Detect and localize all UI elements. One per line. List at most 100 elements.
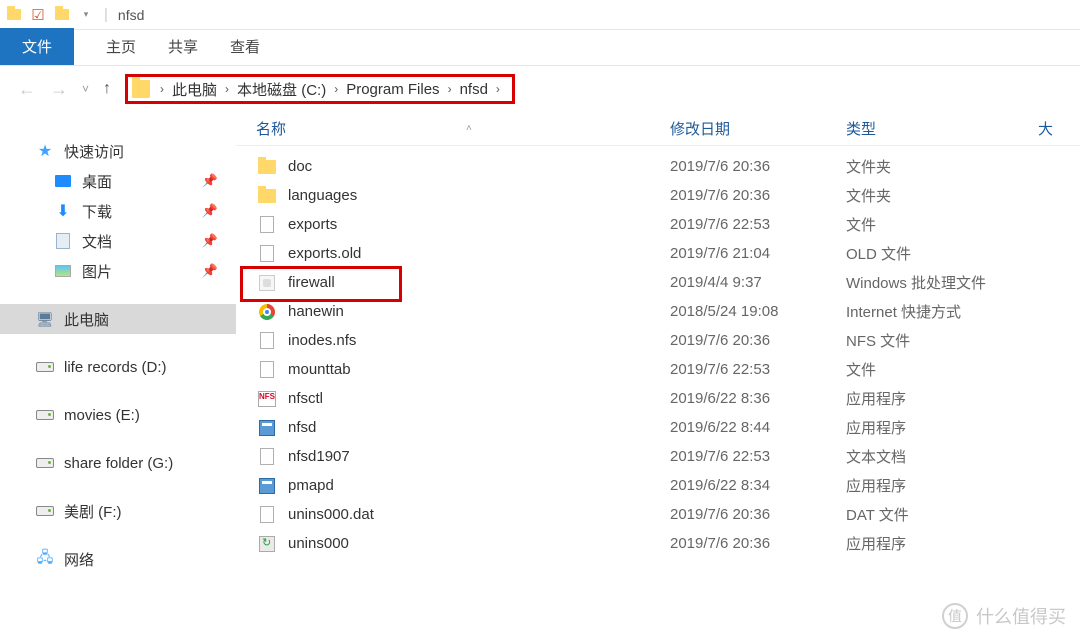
file-type: 文件夹 [846,185,1056,206]
sidebar-item-label: movies (E:) [64,407,140,424]
file-row[interactable]: doc2019/7/6 20:36文件夹 [236,152,1080,181]
sidebar: ★ 快速访问 桌面 📌 ⬇ 下载 📌 文档 📌 图片 📌 🖥 此电脑 [0,112,236,641]
watermark: 值 什么值得买 [942,603,1066,629]
column-name[interactable]: 名称 ˄ [256,118,670,139]
content: ★ 快速访问 桌面 📌 ⬇ 下载 📌 文档 📌 图片 📌 🖥 此电脑 [0,112,1080,641]
folder-icon-2 [54,7,70,23]
bc-seg-3[interactable]: nfsd [460,81,488,98]
file-date: 2019/7/6 21:04 [670,245,846,262]
nav-history-icon[interactable]: ˅ [82,82,89,96]
sidebar-item-network[interactable]: 🖧 网络 [0,544,236,574]
file-name: nfsctl [288,390,670,407]
download-icon: ⬇ [54,202,72,220]
sidebar-item-label: life records (D:) [64,359,167,376]
file-row[interactable]: unins000.dat2019/7/6 20:36DAT 文件 [236,500,1080,529]
sidebar-item-label: 此电脑 [64,309,109,330]
picture-icon [54,262,72,280]
file-row[interactable]: hanewin2018/5/24 19:08Internet 快捷方式 [236,297,1080,326]
sidebar-item-pictures[interactable]: 图片 📌 [0,256,236,286]
file-type: 文件 [846,359,1056,380]
nav-back-icon[interactable]: ← [18,79,36,100]
file-name: inodes.nfs [288,332,670,349]
sidebar-item-downloads[interactable]: ⬇ 下载 📌 [0,196,236,226]
tab-home[interactable]: 主页 [106,28,136,65]
sidebar-item-label: 网络 [64,549,94,570]
file-type: 文件 [846,214,1056,235]
file-type: 文件夹 [846,156,1056,177]
document-icon [54,232,72,250]
pin-icon: 📌 [202,173,218,189]
drive-icon [36,454,54,472]
file-icon [256,214,278,236]
nfs-icon: NFS [256,388,278,410]
column-date[interactable]: 修改日期 [670,118,846,139]
file-type: 应用程序 [846,388,1056,409]
bc-seg-0[interactable]: 此电脑 [172,79,217,100]
tab-view[interactable]: 查看 [230,28,260,65]
file-row[interactable]: unins0002019/7/6 20:36应用程序 [236,529,1080,558]
tab-file[interactable]: 文件 [0,28,74,65]
sidebar-item-drive[interactable]: life records (D:) [0,352,236,382]
file-type: 应用程序 [846,475,1056,496]
file-icon [256,243,278,265]
bc-seg-1[interactable]: 本地磁盘 (C:) [237,79,326,100]
bc-seg-2[interactable]: Program Files [346,81,439,98]
tab-share[interactable]: 共享 [168,28,198,65]
file-date: 2019/4/4 9:37 [670,274,846,291]
check-icon[interactable]: ☑ [30,7,46,23]
file-row[interactable]: firewall2019/4/4 9:37Windows 批处理文件 [236,268,1080,297]
file-list: 名称 ˄ 修改日期 类型 大 doc2019/7/6 20:36文件夹langu… [236,112,1080,641]
sidebar-item-label: share folder (G:) [64,455,173,472]
file-name: mounttab [288,361,670,378]
file-row[interactable]: exports.old2019/7/6 21:04OLD 文件 [236,239,1080,268]
breadcrumb[interactable]: › 此电脑 › 本地磁盘 (C:) › Program Files › nfsd… [125,74,515,104]
bat-icon [256,272,278,294]
sidebar-item-drive[interactable]: share folder (G:) [0,448,236,478]
file-date: 2019/7/6 20:36 [670,187,846,204]
file-date: 2019/7/6 20:36 [670,535,846,552]
file-date: 2019/7/6 20:36 [670,506,846,523]
sidebar-item-desktop[interactable]: 桌面 📌 [0,166,236,196]
file-name: doc [288,158,670,175]
star-icon: ★ [36,142,54,160]
sidebar-item-label: 快速访问 [64,141,124,162]
exe-icon [256,475,278,497]
desktop-icon [54,172,72,190]
watermark-badge: 值 [942,603,968,629]
file-row[interactable]: languages2019/7/6 20:36文件夹 [236,181,1080,210]
pin-icon: 📌 [202,263,218,279]
nav-forward-icon[interactable]: → [50,79,68,100]
pc-icon: 🖥 [36,310,54,328]
file-row[interactable]: nfsd19072019/7/6 22:53文本文档 [236,442,1080,471]
chevron-right-icon: › [334,82,338,96]
sidebar-item-label: 美剧 (F:) [64,501,122,522]
qat-dropdown-icon[interactable]: ▾ [78,7,94,23]
sidebar-item-quickaccess[interactable]: ★ 快速访问 [0,136,236,166]
file-row[interactable]: NFS nfsctl2019/6/22 8:36应用程序 [236,384,1080,413]
file-type: 文本文档 [846,446,1056,467]
column-size[interactable]: 大 [1038,118,1080,139]
file-row[interactable]: mounttab2019/7/6 22:53文件 [236,355,1080,384]
file-date: 2018/5/24 19:08 [670,303,846,320]
file-row[interactable]: nfsd2019/6/22 8:44应用程序 [236,413,1080,442]
file-row[interactable]: pmapd2019/6/22 8:34应用程序 [236,471,1080,500]
sidebar-item-documents[interactable]: 文档 📌 [0,226,236,256]
sidebar-item-thispc[interactable]: 🖥 此电脑 [0,304,236,334]
drive-icon [36,358,54,376]
sidebar-item-drive[interactable]: 美剧 (F:) [0,496,236,526]
sidebar-item-drive[interactable]: movies (E:) [0,400,236,430]
pin-icon: 📌 [202,233,218,249]
file-type: OLD 文件 [846,243,1056,264]
network-icon: 🖧 [36,550,54,568]
file-row[interactable]: exports2019/7/6 22:53文件 [236,210,1080,239]
file-date: 2019/6/22 8:36 [670,390,846,407]
ribbon-tabs: 文件 主页 共享 查看 [0,30,1080,66]
unins-icon [256,533,278,555]
titlebar: ☑ ▾ | nfsd [0,0,1080,30]
file-name: hanewin [288,303,670,320]
column-type[interactable]: 类型 [846,118,1038,139]
folder-icon [6,7,22,23]
file-row[interactable]: inodes.nfs2019/7/6 20:36NFS 文件 [236,326,1080,355]
chrome-icon [256,301,278,323]
nav-up-icon[interactable]: ↑ [103,80,111,98]
